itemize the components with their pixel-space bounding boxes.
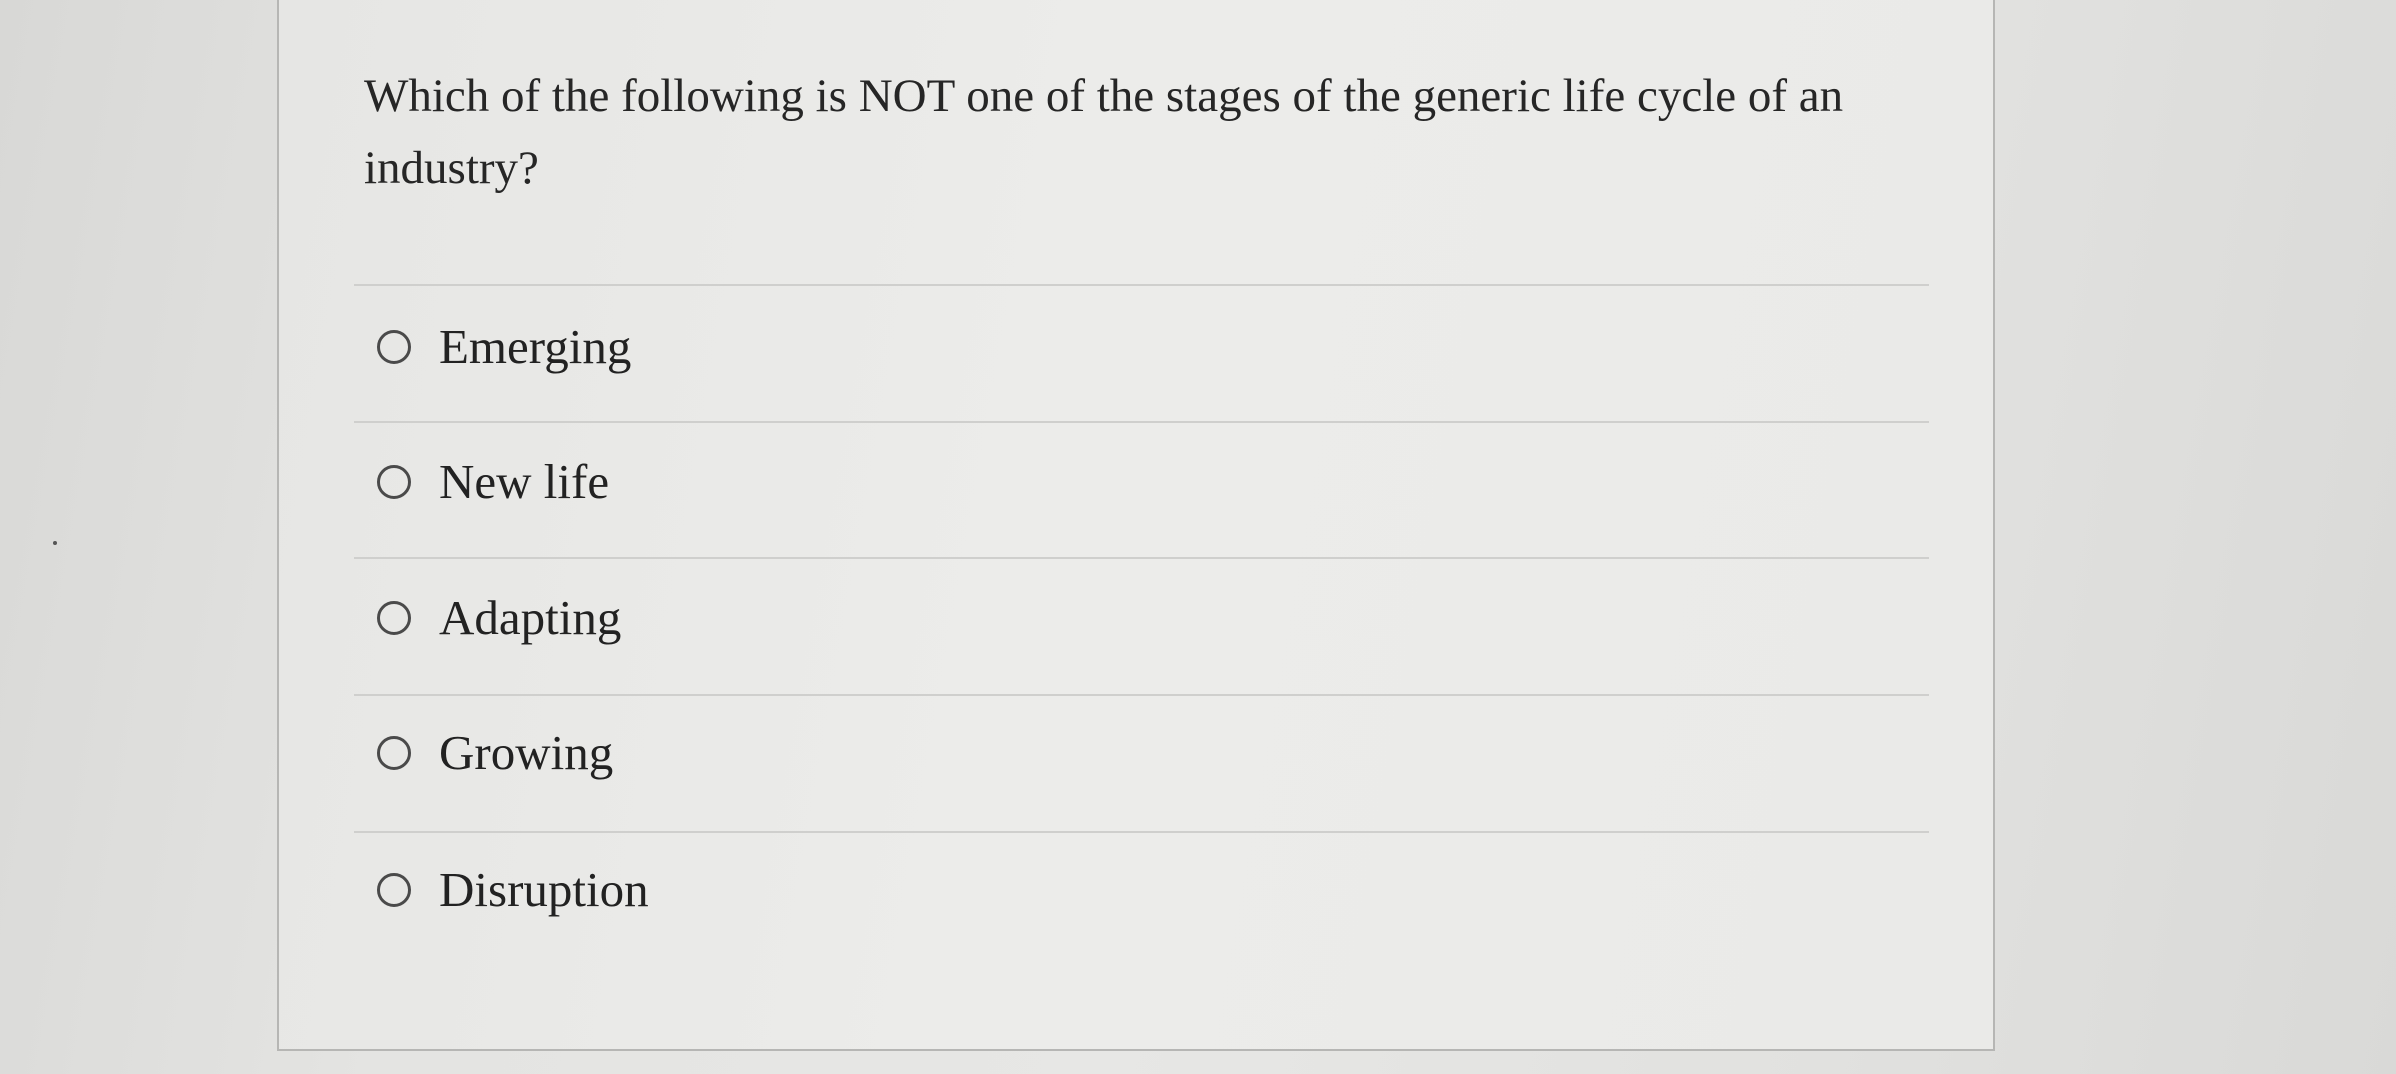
divider [354,557,1929,559]
option-label: New life [439,454,610,509]
divider [354,421,1929,423]
divider [354,831,1929,833]
option-new-life[interactable]: New life [377,447,609,517]
option-label: Disruption [439,862,649,917]
radio-button[interactable] [377,736,411,770]
divider [354,284,1929,286]
option-emerging[interactable]: Emerging [377,312,631,382]
option-label: Emerging [439,319,632,374]
radio-button[interactable] [377,465,411,499]
option-label: Adapting [439,590,622,645]
question-text: Which of the following is NOT one of the… [364,70,1844,194]
question-card: Which of the following is NOT one of the… [277,0,1995,1051]
option-growing[interactable]: Growing [377,718,613,788]
radio-button[interactable] [377,873,411,907]
stray-dot-mark [53,541,57,545]
option-adapting[interactable]: Adapting [377,583,621,653]
option-label: Growing [439,725,614,780]
divider [354,694,1929,696]
radio-button[interactable] [377,601,411,635]
option-disruption[interactable]: Disruption [377,855,649,925]
radio-button[interactable] [377,330,411,364]
